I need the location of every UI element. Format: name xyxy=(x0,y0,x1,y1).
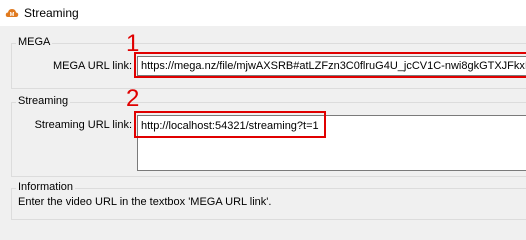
annotation-marker-2: 2 xyxy=(126,85,140,112)
mega-group-legend: MEGA xyxy=(16,36,53,48)
annotation-highlight-2 xyxy=(134,111,326,138)
mega-url-label: MEGA URL link: xyxy=(52,60,132,72)
svg-text:M: M xyxy=(10,12,15,18)
window-title: Streaming xyxy=(24,6,79,20)
information-group-legend: Information xyxy=(16,181,76,193)
annotation-highlight-1 xyxy=(134,52,526,78)
mega-cloud-icon: M xyxy=(5,9,19,18)
streaming-group-legend: Streaming xyxy=(16,95,71,107)
streaming-url-label: Streaming URL link: xyxy=(34,119,132,131)
title-bar: M Streaming xyxy=(0,0,526,26)
information-text: Enter the video URL in the textbox 'MEGA… xyxy=(18,196,272,208)
